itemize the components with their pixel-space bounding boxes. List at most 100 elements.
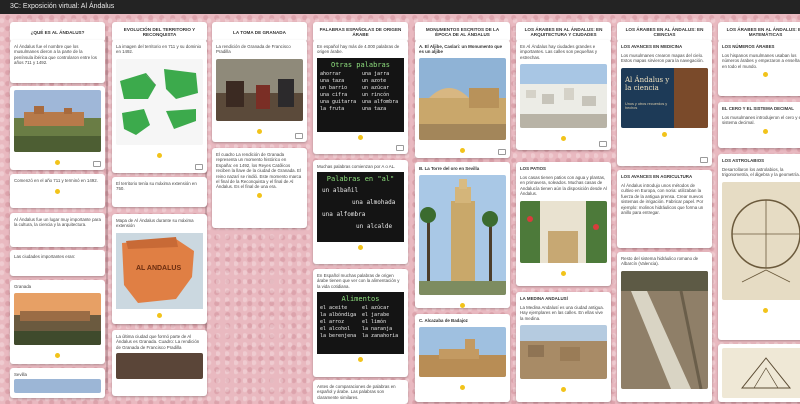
post-card[interactable]: LOS NÚMEROS ÁRABES Los hispanos musulman… <box>718 40 800 96</box>
post-card[interactable]: La rendición de Granada de Francisco Pra… <box>212 40 307 142</box>
reaction-dot-icon[interactable] <box>561 387 566 393</box>
chalkboard-title: Otras palabras <box>330 60 390 69</box>
reaction-dot-icon[interactable] <box>460 303 465 308</box>
post-card[interactable]: C. Alcazaba de Badajoz <box>415 314 510 402</box>
comment-icon[interactable] <box>700 157 708 163</box>
alcazaba-photo <box>419 327 506 377</box>
reaction-dot-icon[interactable] <box>561 270 566 276</box>
post-card[interactable]: Mapa de Al Ándalus durante su máxima ext… <box>112 214 207 324</box>
reaction-dot-icon[interactable] <box>358 357 363 363</box>
post-card[interactable]: A. El Aljibe, Caslari: un Monumento que … <box>415 40 510 158</box>
reaction-dot-icon[interactable] <box>157 312 162 318</box>
column-header-evolucion[interactable]: EVOLUCIÓN DEL TERRITORIO Y RECONQUISTA <box>112 22 207 42</box>
column-header-matematicas[interactable]: LOS ÁRABES EN AL ÁNDALUS: EN MATEMÁTICAS <box>718 22 800 42</box>
post-text: Mapa de Al Ándalus durante su máxima ext… <box>116 218 194 229</box>
app-title: 3C: Exposición virtual: Al Ándalus <box>10 3 115 10</box>
column-header-monumentos[interactable]: MONUMENTOS ESCRITOS DE LA ÉPOCA DE AL ÁN… <box>415 22 510 42</box>
post-card[interactable] <box>10 86 105 170</box>
post-title: LOS PATIOS <box>520 166 546 171</box>
patio-photo <box>520 200 607 263</box>
reaction-dot-icon[interactable] <box>55 353 60 359</box>
reaction-dot-icon[interactable] <box>55 189 60 195</box>
post-card[interactable]: LOS AVANCES EN MEDICINA Los musulmanes c… <box>617 40 712 166</box>
comment-icon[interactable] <box>195 164 203 170</box>
reaction-dot-icon[interactable] <box>358 245 363 251</box>
word: una alfombra <box>322 211 366 219</box>
post-text: Las ciudades importantes eran: <box>14 254 76 259</box>
word: una cifra <box>320 91 348 98</box>
word: una taza <box>320 77 345 84</box>
comment-icon[interactable] <box>295 133 303 139</box>
post-title: EL CERO Y EL SISTEMA DECIMAL <box>722 106 794 111</box>
post-card[interactable]: EL CERO Y EL SISTEMA DECIMAL Los musulma… <box>718 102 800 148</box>
reaction-dot-icon[interactable] <box>460 385 465 390</box>
reaction-dot-icon[interactable] <box>257 192 262 198</box>
reaction-dot-icon[interactable] <box>358 134 363 140</box>
post-card[interactable]: Antes de comparaciones de palabras en es… <box>313 380 408 404</box>
post-card[interactable]: LOS ASTROLABIOS Desarrollaron los astrol… <box>718 154 800 340</box>
column-title: LA TOMA DE GRANADA <box>212 22 307 42</box>
post-title: LOS AVANCES EN AGRICULTURA <box>621 174 693 179</box>
post-card[interactable]: El territorio tenía su máxima extensión … <box>112 177 207 207</box>
word: un alcalde <box>356 223 393 231</box>
comment-icon[interactable] <box>93 161 101 167</box>
post-text: Los hispanos musulmanes usaban los númer… <box>722 53 800 69</box>
post-text: La imagen del territorio en 711 y su dom… <box>116 44 202 55</box>
post-title: LOS ASTROLABIOS <box>722 158 765 163</box>
post-card[interactable]: Al Ándalus fue el nombre que los musulma… <box>10 40 105 83</box>
comment-icon[interactable] <box>396 145 404 151</box>
comment-icon[interactable] <box>498 149 506 155</box>
padlet-board: ¿QUÉ ES AL ÁNDALUS? EVOLUCIÓN DEL TERRIT… <box>0 14 800 404</box>
reaction-dot-icon[interactable] <box>257 128 262 134</box>
column-title: LOS ÁRABES EN AL ÁNDALUS: EN CIENCIAS <box>617 22 712 42</box>
reaction-dot-icon[interactable] <box>763 72 768 78</box>
word: la berenjena <box>320 333 357 340</box>
post-text: Al Ándalus fue el nombre que los musulma… <box>14 44 97 66</box>
post-card[interactable]: LOS AVANCES EN AGRICULTURA Al Ándalus in… <box>617 170 712 248</box>
post-text: La rendición de Granada de Francisco Pra… <box>216 44 291 55</box>
post-card[interactable]: La última ciudad que formó parte de Al Á… <box>112 330 207 396</box>
column-title: ¿QUÉ ES AL ÁNDALUS? <box>10 22 105 42</box>
post-text: Los musulmanes crearon mapas del cielo. … <box>621 53 704 64</box>
post-card[interactable] <box>718 344 800 402</box>
word: un rincón <box>362 91 390 98</box>
post-card[interactable]: Las ciudades importantes eran: <box>10 250 105 276</box>
reaction-dot-icon[interactable] <box>460 148 465 153</box>
column-header-arquitectura[interactable]: LOS ÁRABES EN AL ÁNDALUS: EN ARQUITECTUR… <box>516 22 611 42</box>
column-header-palabras[interactable]: PALABRAS ESPAÑOLAS DE ORIGEN ÁRABE <box>313 22 408 42</box>
reaction-dot-icon[interactable] <box>763 128 768 134</box>
reaction-dot-icon[interactable] <box>763 307 768 313</box>
comment-icon[interactable] <box>599 141 607 147</box>
post-card[interactable]: En Al Ándalus hay ciudades grandes e imp… <box>516 40 611 150</box>
post-card[interactable]: La imagen del territorio en 711 y su dom… <box>112 40 207 173</box>
map-label: AL ANDALUS <box>136 264 182 272</box>
reaction-dot-icon[interactable] <box>561 136 566 142</box>
post-card[interactable]: El cuadro La rendición de Granada repres… <box>212 148 307 228</box>
reaction-dot-icon[interactable] <box>157 152 162 158</box>
post-title: A. El Aljibe, Caslari: un Monumento que … <box>419 44 503 54</box>
rendicion-granada-painting <box>216 58 303 121</box>
post-text: Los casas tienen patios con agua y plant… <box>520 175 607 197</box>
column-header-ciencias[interactable]: LOS ÁRABES EN AL ÁNDALUS: EN CIENCIAS <box>617 22 712 42</box>
column-header-toma-granada[interactable]: LA TOMA DE GRANADA <box>212 22 307 42</box>
word: una taza <box>362 105 387 112</box>
post-card[interactable]: Granada <box>10 280 105 364</box>
post-card[interactable]: Muchas palabras comienzan por A o AL. Pa… <box>313 160 408 264</box>
post-card[interactable]: En español hay más de 4.000 palabras de … <box>313 40 408 154</box>
post-card[interactable]: Comenzó en el año 711 y terminó en 1492. <box>10 174 105 208</box>
post-card[interactable]: LA MEDINA ANDALUSÍ La Medina Andalusí es… <box>516 292 611 402</box>
word-list: un albañil una almohada una alfombra un … <box>320 185 401 233</box>
reaction-dot-icon[interactable] <box>662 131 667 137</box>
post-card[interactable]: B. La Torre del oro en Sevilla <box>415 162 510 308</box>
chalkboard-title: Alimentos <box>341 295 380 304</box>
banner-subtitle: Unos y otros recuerdos y hechos <box>625 101 668 110</box>
post-text: Comenzó en el año 711 y terminó en 1492. <box>14 178 98 183</box>
post-text: El territorio tenía su máxima extensión … <box>116 181 197 192</box>
post-card[interactable]: Al Ándalus fue un lugar muy importante p… <box>10 213 105 247</box>
post-card[interactable]: Resto del sistema hidráulico romano de A… <box>617 252 712 402</box>
post-card[interactable]: LOS PATIOS Los casas tienen patios con a… <box>516 162 611 286</box>
post-title: LA MEDINA ANDALUSÍ <box>520 296 568 301</box>
column-header-que-es[interactable]: ¿QUÉ ES AL ÁNDALUS? <box>10 22 105 42</box>
reaction-dot-icon[interactable] <box>55 160 60 165</box>
post-card[interactable]: En Español muchas palabras de origen ára… <box>313 269 408 377</box>
